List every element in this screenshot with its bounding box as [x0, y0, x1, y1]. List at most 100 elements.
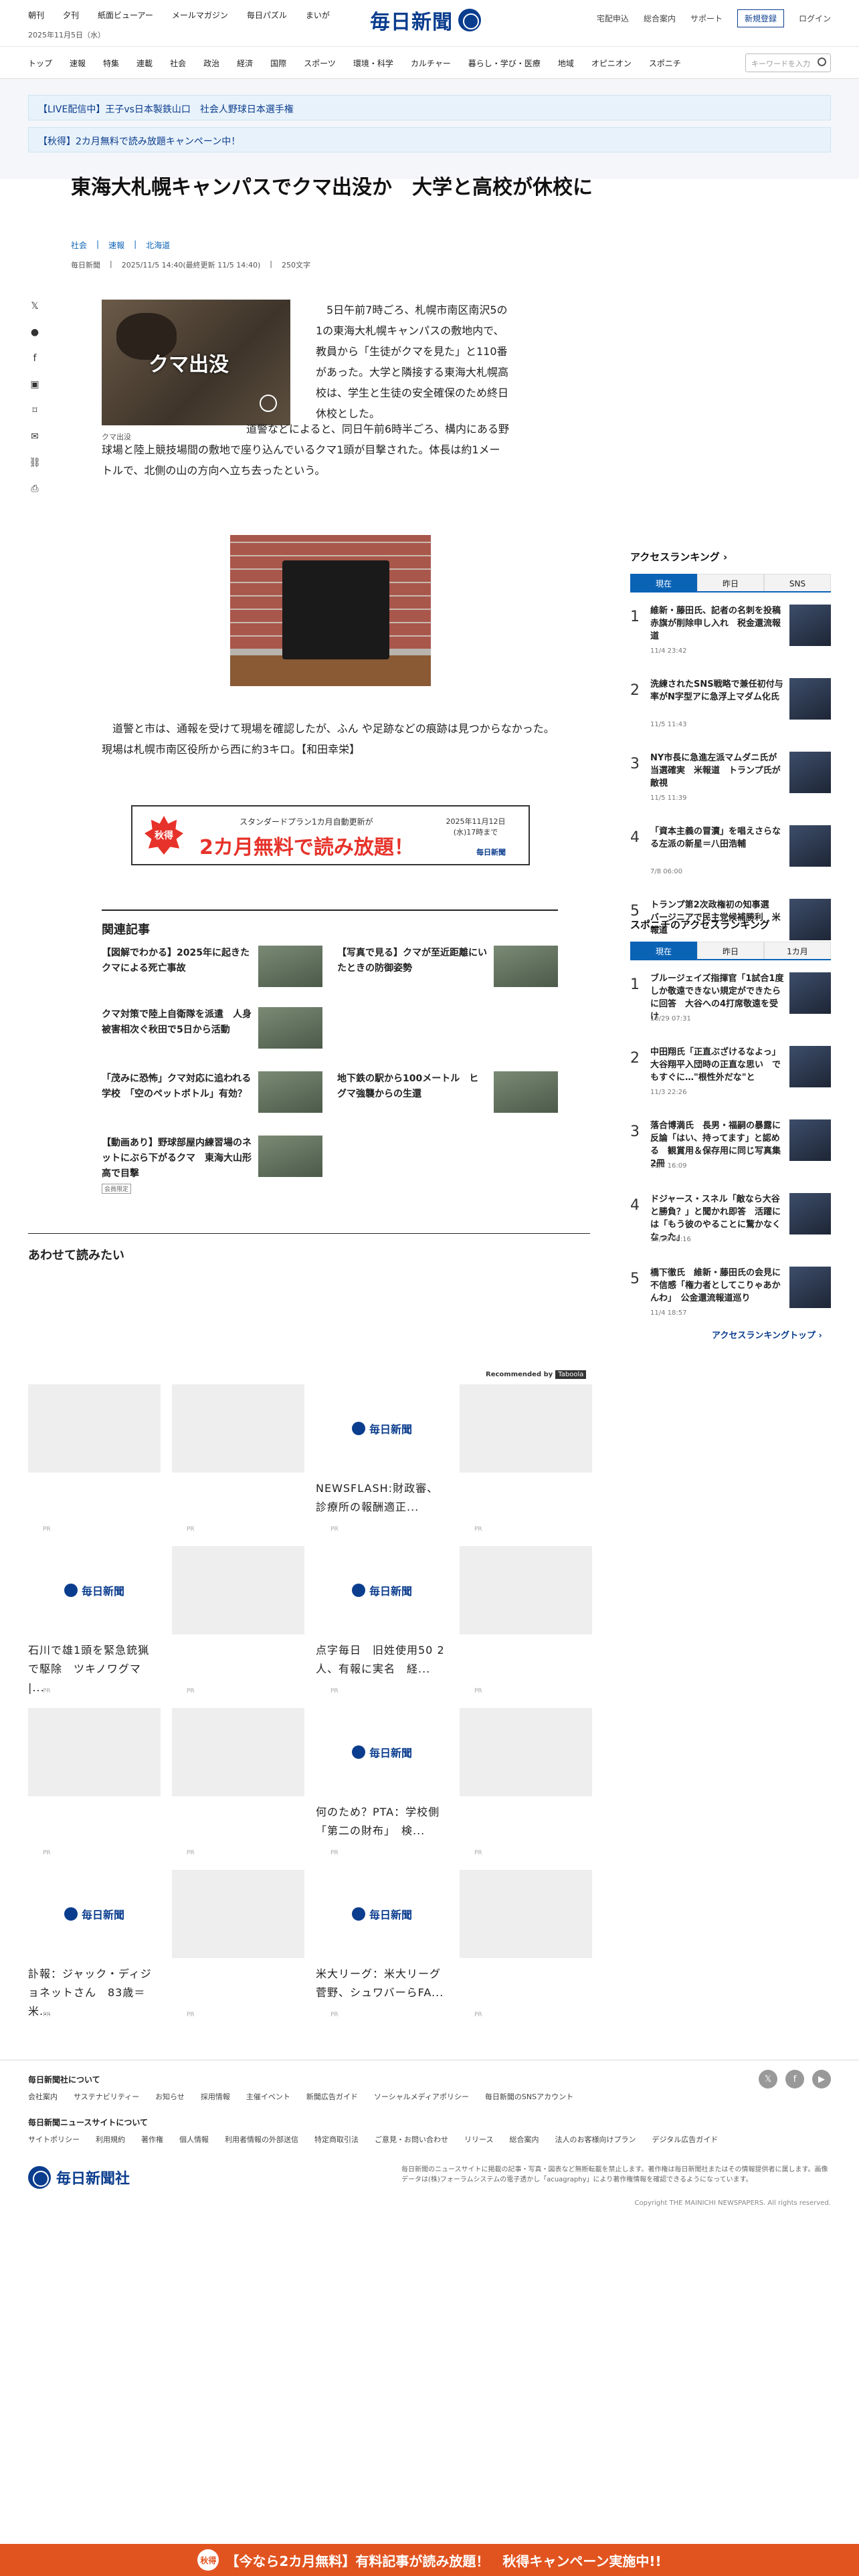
footer-link[interactable]: 総合案内	[509, 2134, 539, 2145]
footer-link[interactable]: 利用規約	[96, 2134, 125, 2145]
sponichi-ranking-item[interactable]: 3 落合博満氏 長男・福嗣の暴露に反論「はい、持ってます」と認める 観賞用＆保存用…	[630, 1119, 831, 1184]
related-item[interactable]: 【写真で見る】クマが至近距離にいたときの防御姿勢	[337, 946, 558, 992]
top-link-evening[interactable]: 夕刊	[63, 9, 79, 21]
top-link-manga[interactable]: まいが	[306, 9, 330, 21]
info-link[interactable]: 総合案内	[644, 13, 676, 24]
category-link[interactable]: スポーツ	[304, 58, 336, 69]
footer-link[interactable]: ご意見・お問い合わせ	[375, 2134, 448, 2145]
promo-banner[interactable]: 秋得 スタンダードプラン1カ月自動更新が 2カ月無料で読み放題！ 2025年11…	[131, 805, 530, 865]
note-share-icon[interactable]: ▣	[28, 378, 41, 391]
footer-link[interactable]: 会社案内	[28, 2091, 58, 2102]
category-link[interactable]: トップ	[28, 58, 52, 69]
recommendation-card[interactable]: PR	[172, 1546, 304, 1697]
campaign-banner[interactable]: 【秋得】2カ月無料で読み放題キャンペーン中！	[28, 127, 831, 152]
x-icon[interactable]: 𝕏	[759, 2070, 777, 2088]
tab-sponichi-month[interactable]: 1カ月	[764, 942, 831, 959]
tab-now[interactable]: 現在	[630, 574, 697, 591]
footer-logo[interactable]: 毎日新聞社	[28, 2166, 130, 2189]
category-link[interactable]: 特集	[103, 58, 119, 69]
footer-link[interactable]: サステナビリティー	[74, 2091, 139, 2102]
tab-sponichi-now[interactable]: 現在	[630, 942, 697, 959]
zoom-icon[interactable]	[260, 395, 277, 412]
facebook-icon[interactable]: f	[785, 2070, 804, 2088]
tag-hokkaido[interactable]: 北海道	[146, 239, 170, 251]
recommendation-card[interactable]: PR	[28, 1384, 161, 1535]
recommendation-card[interactable]: PR	[172, 1384, 304, 1535]
ranking-top-link[interactable]: アクセスランキングトップ ›	[712, 1328, 822, 1341]
top-link-puzzle[interactable]: 毎日パズル	[247, 9, 287, 21]
footer-link[interactable]: デジタル広告ガイド	[652, 2134, 718, 2145]
footer-link[interactable]: お知らせ	[155, 2091, 185, 2102]
footer-link[interactable]: 個人情報	[179, 2134, 209, 2145]
ranking-title[interactable]: アクセスランキング ›	[630, 550, 727, 564]
top-link-viewer[interactable]: 紙面ビューアー	[98, 9, 153, 21]
print-icon[interactable]: ⎙	[28, 482, 41, 496]
register-button[interactable]: 新規登録	[737, 9, 784, 27]
hatena-share-icon[interactable]: ●	[28, 326, 41, 339]
tag-society[interactable]: 社会	[71, 239, 87, 251]
bottom-campaign-bar[interactable]: 秋得 【今なら2カ月無料】有料記事が読み放題！ 秋得キャンペーン実施中!!	[0, 2544, 859, 2576]
footer-link[interactable]: 特定商取引法	[314, 2134, 359, 2145]
recommendation-card[interactable]: 毎日新聞 何のため？PTA：学校側「第二の財布」 検... PR	[316, 1708, 448, 1859]
mail-icon[interactable]: ✉	[28, 430, 41, 443]
tab-sns[interactable]: SNS	[764, 574, 831, 591]
category-link[interactable]: 連載	[136, 58, 153, 69]
category-link[interactable]: スポニチ	[649, 58, 681, 69]
login-link[interactable]: ログイン	[799, 13, 831, 24]
sponichi-ranking-item[interactable]: 5 橋下徹氏 維新・藤田氏の会見に不信感「権力者としてこりゃあかんわ」 公金還流報…	[630, 1267, 831, 1331]
recommendation-card[interactable]: 毎日新聞 米大リーグ：米大リーグ 菅野、シュワバーらFA... PR	[316, 1870, 448, 2021]
recommendation-card[interactable]: PR	[172, 1708, 304, 1859]
tag-breaking[interactable]: 速報	[108, 239, 124, 251]
sponichi-ranking-item[interactable]: 2 中田翔氏「正直ぶざけるなよっ」 大谷翔平入団時の正直な思い でもすぐに…"根性…	[630, 1046, 831, 1110]
bookmark-icon[interactable]: ⌑	[28, 404, 41, 417]
footer-link[interactable]: ソーシャルメディアポリシー	[374, 2091, 469, 2102]
article-photo[interactable]: クマ出没	[102, 300, 290, 425]
facebook-share-icon[interactable]: f	[28, 352, 41, 365]
search-input[interactable]: キーワードを入力	[745, 53, 831, 72]
recommendation-card[interactable]: PR	[460, 1384, 592, 1535]
ranking-item[interactable]: 3 NY市長に急進左派マムダニ氏が当選確実 米報道 トランプ氏が敵視 11/5 11…	[630, 752, 831, 816]
recommendation-card[interactable]: 毎日新聞 NEWSFLASH:財政審、診療所の報酬適正... PR	[316, 1384, 448, 1535]
recommendation-card[interactable]: PR	[172, 1870, 304, 2021]
footer-link[interactable]: サイトポリシー	[28, 2134, 80, 2145]
related-item[interactable]: 【動画あり】野球部屋内練習場のネットにぶら下がるクマ 東海大山形高で目撃 会員限定	[102, 1136, 322, 1194]
display-ad[interactable]	[230, 535, 431, 686]
related-item[interactable]: 地下鉄の駅から100メートル ヒグマ強襲からの生還	[337, 1071, 558, 1118]
ranking-item[interactable]: 4 「資本主義の冒瀆」を唱えさらなる左派の新星＝八田浩輔 7/8 06:00	[630, 825, 831, 889]
ranking-item[interactable]: 2 洗練されたSNS戦略で兼任初付与率がN字型アに急浮上マダム化氏 11/5 11:…	[630, 678, 831, 742]
x-share-icon[interactable]: 𝕏	[28, 300, 41, 313]
footer-link[interactable]: リリース	[464, 2134, 493, 2145]
support-link[interactable]: サポート	[690, 13, 723, 24]
sponichi-ranking-item[interactable]: 1 ブルージェイズ指揮官「1試合1度しか敬遠できない規定ができたらに回答 大谷への…	[630, 972, 831, 1037]
search-icon[interactable]	[818, 58, 826, 66]
related-item[interactable]: クマ対策で陸上自衛隊を派遣 人身被害相次ぐ秋田で5日から活動	[102, 1007, 322, 1054]
category-link[interactable]: 環境・科学	[353, 58, 393, 69]
category-link[interactable]: カルチャー	[411, 58, 451, 69]
recommended-by[interactable]: Recommended by Taboola	[486, 1370, 587, 1379]
category-link[interactable]: オピニオン	[591, 58, 632, 69]
tab-sponichi-yesterday[interactable]: 昨日	[697, 942, 764, 959]
recommendation-card[interactable]: 毎日新聞 石川で雄1頭を緊急銃猟で駆除 ツキノワグマ |... PR	[28, 1546, 161, 1697]
category-link[interactable]: 経済	[237, 58, 253, 69]
top-link-mail[interactable]: メールマガジン	[172, 9, 228, 21]
category-link[interactable]: 地域	[558, 58, 574, 69]
category-link[interactable]: 政治	[203, 58, 219, 69]
top-link-morning[interactable]: 朝刊	[28, 9, 44, 21]
site-logo[interactable]: 毎日新聞	[370, 5, 481, 35]
recommendation-card[interactable]: 毎日新聞 点字毎日 旧姓使用50 2人、有報に実名 経... PR	[316, 1546, 448, 1697]
footer-link[interactable]: 採用情報	[201, 2091, 230, 2102]
category-link[interactable]: 暮らし・学び・医療	[468, 58, 541, 69]
ranking-item[interactable]: 1 維新・藤田氏、記者の名刺を投稿 赤旗が削除申し入れ 税金還流報道 11/4 23…	[630, 605, 831, 669]
sponichi-ranking-item[interactable]: 4 ドジャース・スネル「敵なら大谷と勝負？」と聞かれ即答 活躍には「もう彼のやるこ…	[630, 1193, 831, 1257]
recommendation-card[interactable]: PR	[28, 1708, 161, 1859]
footer-link[interactable]: 毎日新聞のSNSアカウント	[485, 2091, 573, 2102]
related-item[interactable]: 「茂みに恐怖」クマ対応に追われる学校 「空のペットボトル」有効？	[102, 1071, 322, 1118]
recommendation-card[interactable]: 毎日新聞 訃報：ジャック・ディジョネットさん 83歳＝米... PR	[28, 1870, 161, 2021]
recommendation-card[interactable]: PR	[460, 1870, 592, 2021]
category-link[interactable]: 国際	[270, 58, 286, 69]
footer-link[interactable]: 利用者情報の外部送信	[225, 2134, 298, 2145]
youtube-icon[interactable]: ▶	[812, 2070, 831, 2088]
footer-link[interactable]: 著作権	[141, 2134, 163, 2145]
recommendation-card[interactable]: PR	[460, 1546, 592, 1697]
tab-yesterday[interactable]: 昨日	[697, 574, 764, 591]
